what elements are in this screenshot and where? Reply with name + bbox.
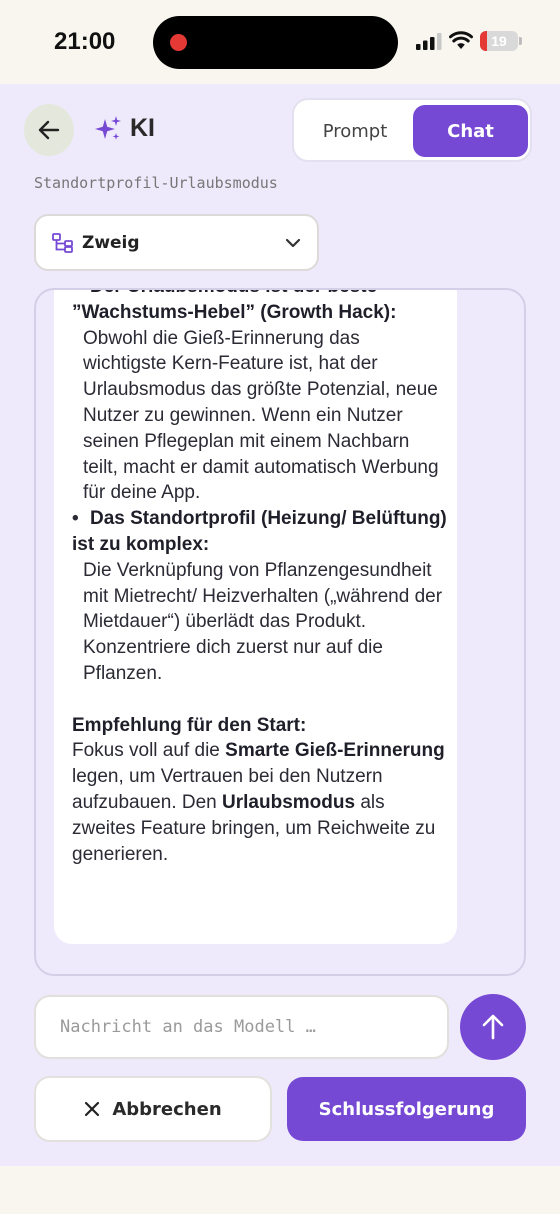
battery-level: 19 (491, 33, 507, 49)
conclusion-button[interactable]: Schlussfolgerung (287, 1077, 526, 1141)
close-icon (85, 1101, 100, 1117)
recommendation-heading: Empfehlung für den Start: (72, 714, 307, 736)
tab-prompt[interactable]: Prompt (298, 105, 412, 157)
sparkles-icon (95, 115, 121, 140)
message-content: Der Urlaubsmodus ist der beste ”Wachstum… (72, 290, 447, 867)
chevron-down-icon (285, 238, 301, 247)
send-button[interactable] (460, 994, 526, 1060)
mode-toggle: Prompt Chat (292, 98, 532, 162)
section-heading-1: ”Wachstums-Hebel” (Growth Hack): (72, 301, 397, 323)
recording-indicator (170, 34, 187, 51)
branch-icon (52, 232, 73, 253)
section-heading-2: Das Standortprofil (Heizung/ Belüftung) … (72, 506, 447, 558)
arrow-up-icon (482, 1014, 504, 1040)
section-body-1: Obwohl die Gieß-Erinnerung das wichtigst… (83, 327, 439, 504)
wifi-icon (449, 31, 473, 49)
context-label: Standortprofil-Urlaubsmodus (34, 174, 278, 192)
cancel-button-label: Abbrechen (112, 1098, 222, 1120)
battery-tip (519, 37, 522, 45)
model-dropdown[interactable]: Zweig (34, 214, 319, 271)
assistant-message-bubble: Der Urlaubsmodus ist der beste ”Wachstum… (54, 290, 457, 944)
section-body-2: Die Verknüpfung von Pflanzengesundheit m… (83, 559, 443, 684)
partial-top-line: Der Urlaubsmodus ist der beste (72, 290, 447, 300)
dropdown-selected-value: Zweig (82, 232, 140, 253)
chat-panel[interactable]: Der Urlaubsmodus ist der beste ”Wachstum… (34, 288, 526, 976)
tab-chat[interactable]: Chat (413, 105, 528, 157)
home-indicator-area (0, 1166, 560, 1214)
conclusion-button-label: Schlussfolgerung (318, 1098, 495, 1120)
recommendation-body: Fokus voll auf die Smarte Gieß-Erinnerun… (72, 740, 445, 865)
status-time: 21:00 (54, 28, 116, 55)
cellular-signal-icon (416, 33, 442, 50)
battery-icon: 19 (480, 31, 518, 51)
cancel-button[interactable]: Abbrechen (34, 1076, 272, 1142)
arrow-left-icon (38, 120, 60, 140)
screen-title: KI (130, 114, 155, 142)
dynamic-island (153, 16, 398, 69)
message-input[interactable] (60, 1017, 423, 1037)
message-composer[interactable] (34, 995, 449, 1059)
back-button[interactable] (24, 104, 74, 156)
status-bar: 21:00 19 (0, 0, 560, 84)
screen-title-group: KI (94, 114, 155, 143)
